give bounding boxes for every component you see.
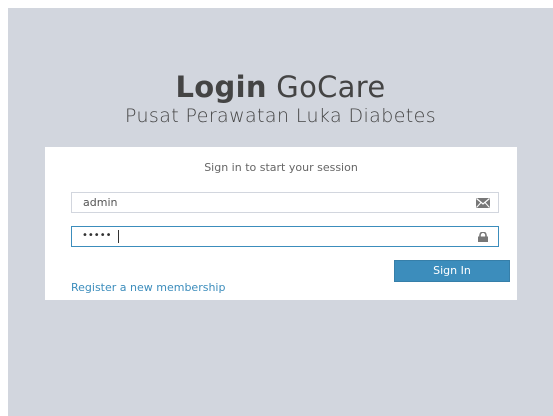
envelope-icon	[476, 198, 490, 208]
password-value: •••••	[82, 230, 112, 241]
username-value: admin	[83, 196, 118, 209]
login-box: Sign in to start your session admin ••••…	[45, 147, 517, 300]
login-logo: Login GoCare Pusat Perawatan Luka Diabet…	[8, 70, 553, 128]
text-caret	[118, 230, 119, 243]
logo-title: Login GoCare	[8, 70, 553, 104]
lock-icon	[478, 232, 488, 242]
logo-subtitle: Pusat Perawatan Luka Diabetes	[124, 105, 437, 127]
register-link[interactable]: Register a new membership	[71, 281, 225, 294]
username-field[interactable]: admin	[71, 192, 499, 213]
logo-title-light: GoCare	[266, 70, 386, 104]
sign-in-button[interactable]: Sign In	[394, 260, 510, 282]
login-box-message: Sign in to start your session	[204, 161, 358, 174]
logo-title-bold: Login	[175, 70, 267, 104]
login-page: Login GoCare Pusat Perawatan Luka Diabet…	[8, 8, 553, 416]
password-field[interactable]: •••••	[71, 226, 499, 247]
